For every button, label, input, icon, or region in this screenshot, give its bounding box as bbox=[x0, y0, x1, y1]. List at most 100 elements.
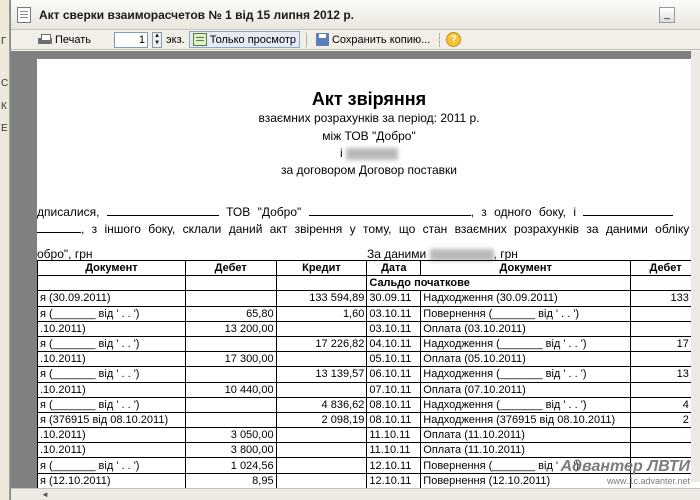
debit-cell: 13 200,00 bbox=[184, 320, 277, 337]
toolbar: Печать 1 ▲ ▼ экз. Только просмотр Сохрани… bbox=[11, 30, 700, 50]
document-cell: .10.2011) bbox=[37, 320, 186, 337]
date-cell: 07.10.11 bbox=[366, 381, 422, 398]
table-row: я (_______ від ' . . ') 13 139,57 06.10.11… bbox=[37, 366, 700, 383]
view-only-button[interactable]: Только просмотр bbox=[188, 31, 300, 48]
blank-line bbox=[37, 223, 81, 233]
document-cell: Повернення (_______ від ' . . ') bbox=[420, 305, 632, 322]
document-cell: я (30.09.2011) bbox=[37, 290, 186, 307]
save-copy-button[interactable]: Сохранить копию... bbox=[313, 32, 433, 47]
para1-start: дписалися, bbox=[37, 205, 100, 219]
debit-cell bbox=[630, 427, 700, 444]
debit-cell: 10 440,00 bbox=[184, 381, 277, 398]
document-cell: я (_______ від ' . . ') bbox=[37, 305, 186, 322]
table-row: .10.2011) 3 800,00 11.10.11 Оплата (11.10.2… bbox=[37, 442, 700, 459]
vertical-scrollbar[interactable] bbox=[691, 51, 700, 482]
document-cell: .10.2011) bbox=[37, 442, 186, 459]
table-row: .10.2011) 10 440,00 07.10.11 Оплата (07.10.… bbox=[37, 381, 700, 398]
credit-cell bbox=[275, 442, 368, 459]
date-cell: 06.10.11 bbox=[366, 366, 422, 383]
document-cell: Надходження (_______ від ' . . ') bbox=[420, 335, 632, 353]
toolbar-separator bbox=[305, 32, 307, 47]
debit-cell: 3 050,00 bbox=[184, 427, 277, 444]
column-header: Дебет bbox=[630, 259, 700, 277]
debit-cell bbox=[630, 351, 700, 368]
column-header: Кредит bbox=[275, 259, 368, 277]
document-cell: Оплата (11.10.2011) bbox=[420, 427, 632, 444]
counterparty-prefix: і bbox=[339, 146, 343, 160]
paragraph-line-1: дписалися, ТОВ "Добро" , з одного боку, … bbox=[37, 205, 674, 219]
counterparty-line: і bbox=[37, 146, 700, 160]
print-button[interactable]: Печать bbox=[35, 33, 94, 47]
document-cell: Надходження (30.09.2011) bbox=[420, 290, 632, 307]
date-cell: 12.10.11 bbox=[366, 472, 422, 489]
save-copy-label: Сохранить копию... bbox=[331, 33, 431, 46]
document-cell: .10.2011) bbox=[37, 381, 186, 398]
debit-cell bbox=[630, 442, 700, 459]
para2-text: , з іншого боку, склали даний акт звірен… bbox=[81, 222, 700, 236]
table-row: я (30.09.2011) 133 594,89 30.09.11 Надходже… bbox=[37, 290, 700, 307]
save-icon bbox=[315, 33, 329, 46]
date-cell: 03.10.11 bbox=[366, 305, 422, 322]
window-titlebar[interactable]: Акт сверки взаиморасчетов № 1 від 15 лип… bbox=[11, 0, 700, 30]
copies-spinner[interactable]: ▲ ▼ bbox=[152, 31, 163, 48]
watermark-url: www.1c.advanter.net bbox=[606, 476, 690, 486]
period-line: взаємних розрахунків за період: 2011 р. bbox=[258, 111, 480, 125]
debit-cell bbox=[630, 320, 700, 337]
scroll-left-icon[interactable]: ◄ bbox=[41, 490, 49, 499]
debit-cell bbox=[630, 305, 700, 322]
help-icon[interactable]: ? bbox=[446, 32, 462, 47]
column-header: Дата bbox=[366, 259, 422, 277]
credit-cell bbox=[275, 381, 368, 398]
credit-cell: 133 594,89 bbox=[275, 290, 368, 307]
debit-cell: 4 8 bbox=[630, 396, 700, 413]
date-cell: 11.10.11 bbox=[366, 427, 422, 444]
document-cell: Оплата (05.10.2011) bbox=[420, 351, 632, 368]
document-icon bbox=[17, 6, 31, 23]
debit-cell bbox=[630, 381, 700, 398]
debit-cell: 13 1 bbox=[630, 366, 700, 383]
print-label: Печать bbox=[55, 33, 92, 46]
document-cell: я (_______ від ' . . ') bbox=[37, 457, 186, 474]
debit-cell bbox=[184, 290, 277, 307]
document-cell: я (_______ від ' . . ') bbox=[37, 396, 186, 413]
contract-line: за договором Договор поставки bbox=[281, 163, 457, 177]
between-line: між ТОВ "Добро" bbox=[322, 129, 416, 143]
column-header: Дебет bbox=[184, 259, 277, 277]
document-cell: Оплата (07.10.2011) bbox=[420, 381, 632, 398]
document-cell: Оплата (11.10.2011) bbox=[420, 442, 632, 459]
empty-cell bbox=[184, 275, 277, 292]
date-cell: 03.10.11 bbox=[366, 320, 422, 337]
table-header-row: Документ Дебет Кредит Дата Документ Дебет bbox=[37, 259, 700, 277]
printer-icon bbox=[38, 33, 52, 46]
document-cell: Надходження (_______ від ' . . ') bbox=[420, 396, 632, 413]
watermark: Адвантер ЛВТИ www.1c.advanter.net bbox=[561, 458, 690, 486]
opening-balance-label: Сальдо початкове bbox=[366, 275, 632, 292]
date-cell: 11.10.11 bbox=[366, 442, 422, 459]
report-page: Акт звіряння взаємних розрахунків за пер… bbox=[37, 59, 700, 500]
credit-cell: 4 836,62 bbox=[275, 396, 368, 413]
table-row: .10.2011) 3 050,00 11.10.11 Оплата (11.10.2… bbox=[37, 427, 700, 444]
date-cell: 08.10.11 bbox=[366, 396, 422, 413]
horizontal-scrollbar[interactable]: ◄ bbox=[11, 488, 700, 500]
minimize-button[interactable]: _ bbox=[659, 7, 675, 23]
date-cell: 05.10.11 bbox=[366, 351, 422, 368]
document-cell: я (376915 від 08.10.2011) bbox=[37, 411, 186, 429]
copies-input[interactable]: 1 bbox=[114, 31, 149, 48]
right-header-prefix: За даними bbox=[367, 247, 427, 261]
column-header: Документ bbox=[420, 259, 632, 277]
debit-cell bbox=[184, 335, 277, 353]
blank-line bbox=[106, 206, 219, 216]
document-cell: .10.2011) bbox=[37, 427, 186, 444]
debit-cell: 2 0 bbox=[630, 411, 700, 429]
document-cell: я (_______ від ' . . ') bbox=[37, 366, 186, 383]
parent-char: Е bbox=[1, 123, 8, 134]
debit-cell bbox=[184, 366, 277, 383]
document-area[interactable]: Акт звіряння взаємних розрахунків за пер… bbox=[11, 51, 700, 500]
debit-cell: 17 300,00 bbox=[184, 351, 277, 368]
credit-cell: 17 226,82 bbox=[275, 335, 368, 353]
document-cell: .10.2011) bbox=[37, 351, 186, 368]
parent-char: Г bbox=[1, 36, 7, 47]
para1-side1: , з одного боку, і bbox=[470, 205, 576, 219]
view-only-label: Только просмотр bbox=[209, 33, 296, 46]
toolbar-separator bbox=[439, 32, 441, 47]
